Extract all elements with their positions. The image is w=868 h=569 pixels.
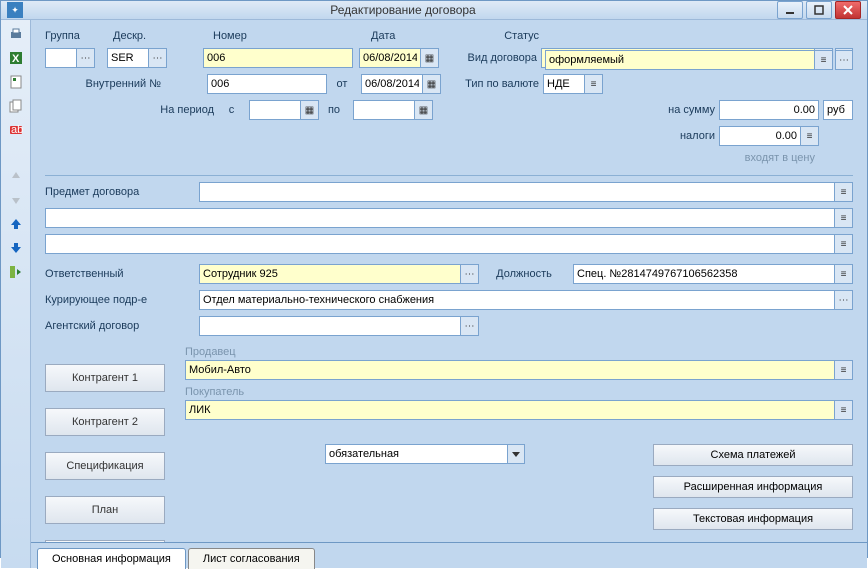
period-from-field[interactable]: ▦ xyxy=(249,100,319,120)
window-title: Редактирование договора xyxy=(29,3,777,17)
copy-icon[interactable] xyxy=(6,96,26,116)
status-field[interactable]: ≡ xyxy=(545,50,833,70)
position-field[interactable]: ≡ xyxy=(573,264,853,284)
list-icon[interactable]: ≡ xyxy=(834,209,852,227)
group-label: Группа xyxy=(45,30,93,42)
group-field[interactable]: ⋯ xyxy=(45,48,95,68)
counterparty1-button[interactable]: Контрагент 1 xyxy=(45,364,165,392)
lookup-icon[interactable]: ⋯ xyxy=(834,291,852,309)
number-label: Номер xyxy=(213,30,283,42)
chevron-down-icon[interactable] xyxy=(507,445,524,463)
list-icon[interactable]: ≡ xyxy=(834,401,852,419)
counterparty2-button[interactable]: Контрагент 2 xyxy=(45,408,165,436)
plan-button[interactable]: План xyxy=(45,496,165,524)
date-field[interactable]: ▦ xyxy=(359,48,439,68)
lookup-icon[interactable]: ⋯ xyxy=(460,265,478,283)
agency-field[interactable]: ⋯ xyxy=(199,316,479,336)
toolbar: X ab xyxy=(1,20,31,568)
app-window: ✦ Редактирование договора X ab Группа xyxy=(0,0,868,558)
descr-label: Дескр. xyxy=(113,30,173,42)
internal-no-label: Внутренний № xyxy=(45,78,167,90)
included-note: входят в цену xyxy=(45,152,853,164)
svg-text:X: X xyxy=(12,53,20,65)
label-icon[interactable]: ab xyxy=(6,120,26,140)
tabs: Основная информация Лист согласования xyxy=(31,542,867,568)
currency-type-field[interactable]: ≡ xyxy=(543,74,603,94)
calendar-icon[interactable]: ▦ xyxy=(414,101,432,119)
blue-up-arrow-icon[interactable] xyxy=(6,214,26,234)
list-icon[interactable]: ≡ xyxy=(834,361,852,379)
list-icon[interactable]: ≡ xyxy=(814,51,832,69)
seller-section-label: Продавец xyxy=(185,346,853,358)
spec-select[interactable] xyxy=(325,444,525,464)
list-icon[interactable]: ≡ xyxy=(800,127,818,145)
agency-label: Агентский договор xyxy=(45,320,195,332)
list-icon[interactable]: ≡ xyxy=(834,235,852,253)
minimize-button[interactable] xyxy=(777,1,803,19)
close-button[interactable] xyxy=(835,1,861,19)
subject-line2[interactable]: ≡ xyxy=(45,208,853,228)
buyer-section-label: Покупатель xyxy=(185,386,853,398)
payments-button[interactable]: Схема платежей xyxy=(653,444,853,466)
specification-button[interactable]: Спецификация xyxy=(45,452,165,480)
from-date-field[interactable]: ▦ xyxy=(361,74,441,94)
up-arrow-icon[interactable] xyxy=(6,166,26,186)
titlebar: ✦ Редактирование договора xyxy=(1,1,867,20)
number-field[interactable] xyxy=(203,48,353,68)
currency-type-label: Тип по валюте xyxy=(449,78,539,90)
seller-field[interactable]: ≡ xyxy=(185,360,853,380)
app-icon: ✦ xyxy=(7,2,23,18)
dept-label: Курирующее подр-е xyxy=(45,294,195,306)
lookup-icon[interactable]: ⋯ xyxy=(148,49,166,67)
dept-field[interactable]: ⋯ xyxy=(199,290,853,310)
taxes-label: налоги xyxy=(655,130,715,142)
subject-line3[interactable]: ≡ xyxy=(45,234,853,254)
responsible-field[interactable]: ⋯ xyxy=(199,264,479,284)
lookup-icon[interactable]: ⋯ xyxy=(460,317,478,335)
responsible-label: Ответственный xyxy=(45,268,195,280)
blue-down-arrow-icon[interactable] xyxy=(6,238,26,258)
list-icon[interactable]: ≡ xyxy=(584,75,602,93)
text-info-button[interactable]: Текстовая информация xyxy=(653,508,853,530)
maximize-button[interactable] xyxy=(806,1,832,19)
report-icon[interactable] xyxy=(6,72,26,92)
subject-label: Предмет договора xyxy=(45,186,195,198)
print-icon[interactable] xyxy=(6,24,26,44)
svg-text:ab: ab xyxy=(11,124,23,136)
lookup-icon[interactable]: ⋯ xyxy=(76,49,94,67)
date-label: Дата xyxy=(371,30,421,42)
buyer-field[interactable]: ≡ xyxy=(185,400,853,420)
position-label: Должность xyxy=(479,268,569,280)
sum-unit-field[interactable] xyxy=(823,100,853,120)
excel-icon[interactable]: X xyxy=(6,48,26,68)
tab-main-info[interactable]: Основная информация xyxy=(37,548,186,569)
down-arrow-icon[interactable] xyxy=(6,190,26,210)
sum-field[interactable] xyxy=(719,100,819,120)
content-area: Группа Дескр. Номер Дата Статус ⋯ ⋯ ▦ xyxy=(31,20,867,568)
taxes-field[interactable]: ≡ xyxy=(719,126,819,146)
period-to-field[interactable]: ▦ xyxy=(353,100,433,120)
subject-field[interactable]: ≡ xyxy=(199,182,853,202)
descr-field[interactable]: ⋯ xyxy=(107,48,167,68)
period-label: На период xyxy=(45,104,220,116)
contract-type-label: Вид договора xyxy=(447,52,537,64)
calendar-icon[interactable]: ▦ xyxy=(420,49,438,67)
more-icon[interactable]: ⋯ xyxy=(835,50,853,70)
list-icon[interactable]: ≡ xyxy=(834,265,852,283)
internal-no-field[interactable] xyxy=(207,74,327,94)
sum-label: на сумму xyxy=(655,104,715,116)
process-icon[interactable] xyxy=(6,262,26,282)
extended-info-button[interactable]: Расширенная информация xyxy=(653,476,853,498)
calendar-icon[interactable]: ▦ xyxy=(422,75,440,93)
list-icon[interactable]: ≡ xyxy=(834,183,852,201)
status-label: Статус xyxy=(489,30,539,42)
from-label: от xyxy=(327,78,357,90)
calendar-icon[interactable]: ▦ xyxy=(300,101,318,119)
period-to-label: по xyxy=(319,104,349,116)
tab-approval[interactable]: Лист согласования xyxy=(188,548,315,569)
period-from-label: с xyxy=(224,104,239,116)
